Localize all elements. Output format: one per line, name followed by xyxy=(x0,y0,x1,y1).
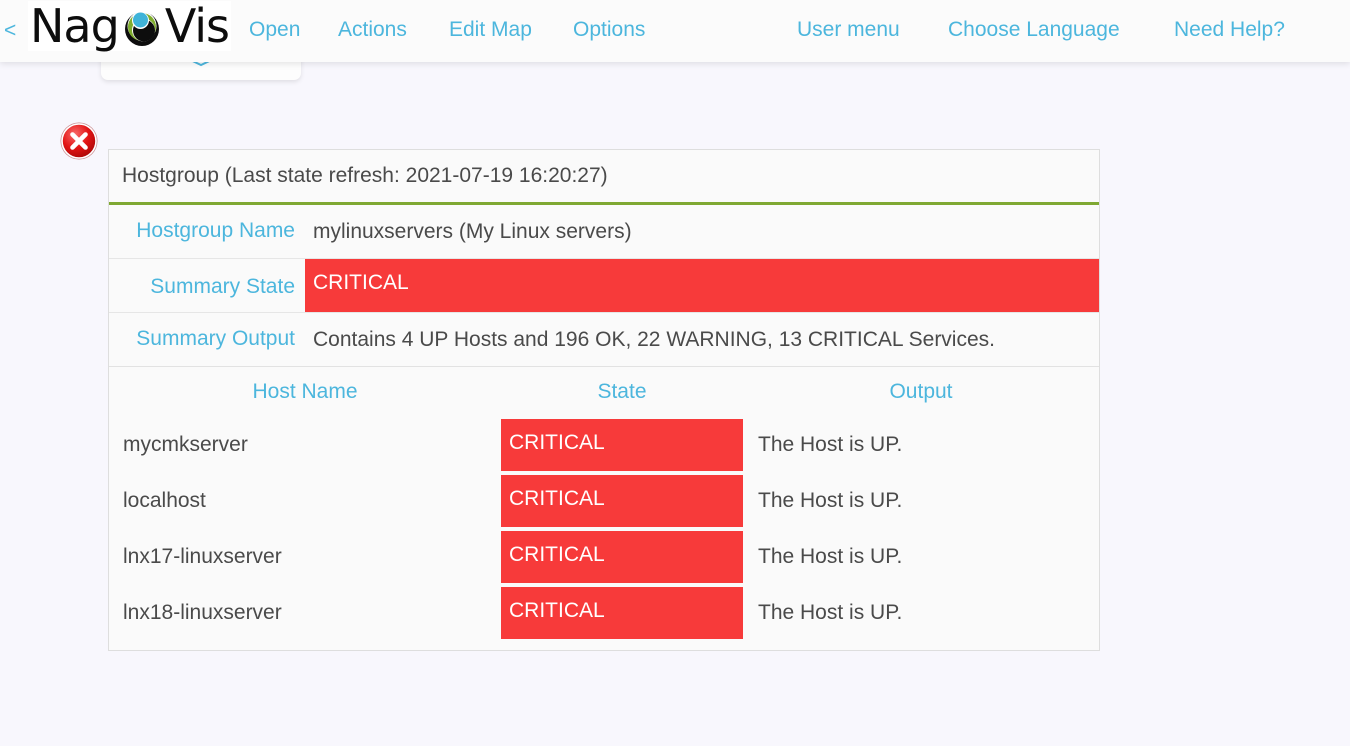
cell-host-name[interactable]: mycmkserver xyxy=(109,417,501,473)
field-summary-output: Summary Output Contains 4 UP Hosts and 1… xyxy=(109,312,1099,366)
host-table: Host Name State Output mycmkserver CRITI… xyxy=(109,366,1099,650)
table-row[interactable]: lnx17-linuxserver CRITICAL The Host is U… xyxy=(109,529,1099,585)
table-header-row: Host Name State Output xyxy=(109,367,1099,417)
nav-options[interactable]: Options xyxy=(573,17,645,43)
nagvis-logo[interactable]: Nag Vis xyxy=(28,0,232,53)
cell-host-name[interactable]: lnx18-linuxserver xyxy=(109,585,501,641)
cell-host-name[interactable]: lnx17-linuxserver xyxy=(109,529,501,585)
column-header-host-name[interactable]: Host Name xyxy=(109,367,501,417)
cell-output: The Host is UP. xyxy=(758,545,903,568)
field-label-summary-output: Summary Output xyxy=(136,327,295,350)
nav-user-menu[interactable]: User menu xyxy=(797,17,900,43)
nav-need-help[interactable]: Need Help? xyxy=(1174,17,1285,43)
status-badge-summary-state: CRITICAL xyxy=(305,259,1099,312)
nav-open[interactable]: Open xyxy=(249,17,300,43)
hostgroup-info-panel: Hostgroup (Last state refresh: 2021-07-1… xyxy=(108,149,1100,651)
cell-output: The Host is UP. xyxy=(758,601,903,624)
cell-output: The Host is UP. xyxy=(758,489,903,512)
nav-edit-map[interactable]: Edit Map xyxy=(449,17,532,43)
field-label-hostgroup-name: Hostgroup Name xyxy=(136,219,295,242)
field-hostgroup-name: Hostgroup Name mylinuxservers (My Linux … xyxy=(109,205,1099,259)
table-row[interactable]: mycmkserver CRITICAL The Host is UP. xyxy=(109,417,1099,473)
logo-text-right: Vis xyxy=(164,0,230,53)
cell-state: CRITICAL xyxy=(501,585,743,641)
cell-host-name[interactable]: localhost xyxy=(109,473,501,529)
field-label-summary-state: Summary State xyxy=(150,275,295,298)
back-arrow-icon[interactable]: < xyxy=(4,20,16,41)
column-header-output[interactable]: Output xyxy=(743,367,1099,417)
status-badge: CRITICAL xyxy=(501,587,743,639)
app-header: < Nag Vis Open Actions Edit Map Options … xyxy=(0,0,1350,62)
column-header-state[interactable]: State xyxy=(501,367,743,417)
nav-actions[interactable]: Actions xyxy=(338,17,407,43)
cell-state: CRITICAL xyxy=(501,529,743,585)
field-summary-state: Summary State CRITICAL xyxy=(109,259,1099,312)
critical-error-icon[interactable] xyxy=(59,121,99,161)
nav-choose-language[interactable]: Choose Language xyxy=(948,17,1120,43)
table-row[interactable]: localhost CRITICAL The Host is UP. xyxy=(109,473,1099,529)
nagvis-eye-logo-icon xyxy=(119,3,165,49)
logo-text-left: Nag xyxy=(30,0,120,53)
cell-state: CRITICAL xyxy=(501,417,743,473)
table-row[interactable]: lnx18-linuxserver CRITICAL The Host is U… xyxy=(109,585,1099,641)
cell-state: CRITICAL xyxy=(501,473,743,529)
status-badge: CRITICAL xyxy=(501,531,743,583)
cell-output: The Host is UP. xyxy=(758,433,903,456)
status-badge: CRITICAL xyxy=(501,419,743,471)
panel-title: Hostgroup (Last state refresh: 2021-07-1… xyxy=(109,150,1099,205)
field-value-hostgroup-name: mylinuxservers (My Linux servers) xyxy=(313,220,632,243)
field-value-summary-output: Contains 4 UP Hosts and 196 OK, 22 WARNI… xyxy=(313,328,995,351)
status-badge: CRITICAL xyxy=(501,475,743,527)
